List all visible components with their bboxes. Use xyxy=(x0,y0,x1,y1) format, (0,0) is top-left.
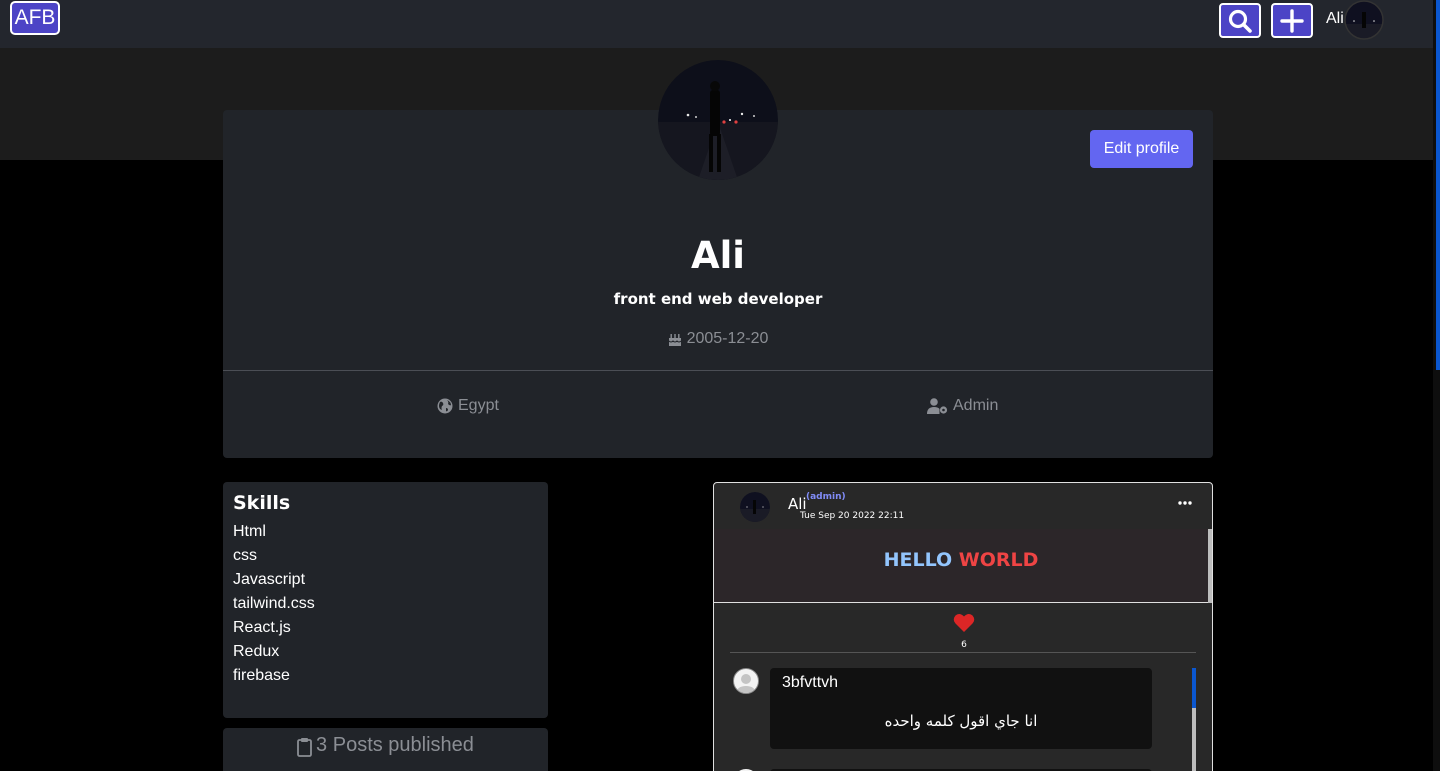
profile-divider xyxy=(223,370,1213,371)
skills-heading: Skills xyxy=(233,492,291,514)
user-gear-icon xyxy=(927,398,948,414)
skill-item: firebase xyxy=(233,667,290,684)
post-text: HELLO WORLD xyxy=(714,549,1208,571)
role-text: Admin xyxy=(953,397,999,414)
page-scrollbar-thumb[interactable] xyxy=(1436,0,1440,370)
search-icon xyxy=(1228,9,1252,33)
comments-divider xyxy=(730,652,1196,653)
post-author-avatar[interactable] xyxy=(740,492,770,522)
posts-count-card: 3 Posts published xyxy=(223,728,548,771)
profile-role: Admin xyxy=(927,397,998,415)
top-navbar: AFB Ali xyxy=(0,0,1440,48)
plus-icon xyxy=(1280,8,1304,33)
profile-country: Egypt xyxy=(437,397,499,415)
skill-item: Redux xyxy=(233,643,280,660)
post-card: Ali (admin) Tue Sep 20 2022 22:11 HELLO … xyxy=(713,482,1213,771)
post-body: HELLO WORLD xyxy=(714,529,1208,603)
clipboard-icon xyxy=(297,738,312,757)
edit-profile-button[interactable]: Edit profile xyxy=(1090,130,1193,168)
comments-scrollbar-thumb[interactable] xyxy=(1192,668,1196,708)
comment-user-avatar[interactable] xyxy=(733,668,759,694)
admin-badge: (admin) xyxy=(806,492,846,502)
comment-user[interactable]: 3bfvttvh xyxy=(782,674,838,692)
skills-card: Skills Html css Javascript tailwind.css … xyxy=(223,482,548,718)
skill-item: tailwind.css xyxy=(233,595,315,612)
birthday-cake-icon xyxy=(668,334,681,346)
comment-text: انا جاي اقول كلمه واحده xyxy=(884,712,1038,730)
post-text-word-2: WORLD xyxy=(958,549,1039,571)
profile-birthday: 2005-12-20 xyxy=(223,330,1213,348)
add-post-button[interactable] xyxy=(1271,3,1313,38)
profile-avatar[interactable] xyxy=(658,60,778,180)
nav-avatar[interactable] xyxy=(1344,0,1384,40)
search-button[interactable] xyxy=(1219,3,1261,38)
skill-item: Html xyxy=(233,523,266,540)
nav-user-name[interactable]: Ali xyxy=(1326,10,1344,28)
profile-title: front end web developer xyxy=(613,290,823,308)
more-options-button[interactable] xyxy=(1176,493,1194,513)
heart-icon[interactable] xyxy=(953,613,975,633)
post-date: Tue Sep 20 2022 22:11 xyxy=(800,511,905,521)
posts-count-text: 3 Posts published xyxy=(316,734,474,756)
comment: 3bfvttvh انا جاي اقول كلمه واحده xyxy=(770,668,1152,749)
skill-item: css xyxy=(233,547,257,564)
birthday-text: 2005-12-20 xyxy=(686,330,769,347)
ellipsis-icon xyxy=(1178,501,1192,505)
skills-list: Html css Javascript tailwind.css React.j… xyxy=(233,520,538,688)
user-placeholder-icon xyxy=(736,674,756,693)
like-count: 6 xyxy=(961,640,967,650)
app-logo[interactable]: AFB xyxy=(10,1,60,35)
profile-name: Ali xyxy=(690,234,745,277)
skill-item: React.js xyxy=(233,619,291,636)
post-text-word-1: HELLO xyxy=(883,549,953,571)
globe-icon xyxy=(437,398,453,414)
post-body-scrollbar[interactable] xyxy=(1208,529,1212,603)
country-text: Egypt xyxy=(458,397,499,414)
skill-item: Javascript xyxy=(233,571,306,588)
